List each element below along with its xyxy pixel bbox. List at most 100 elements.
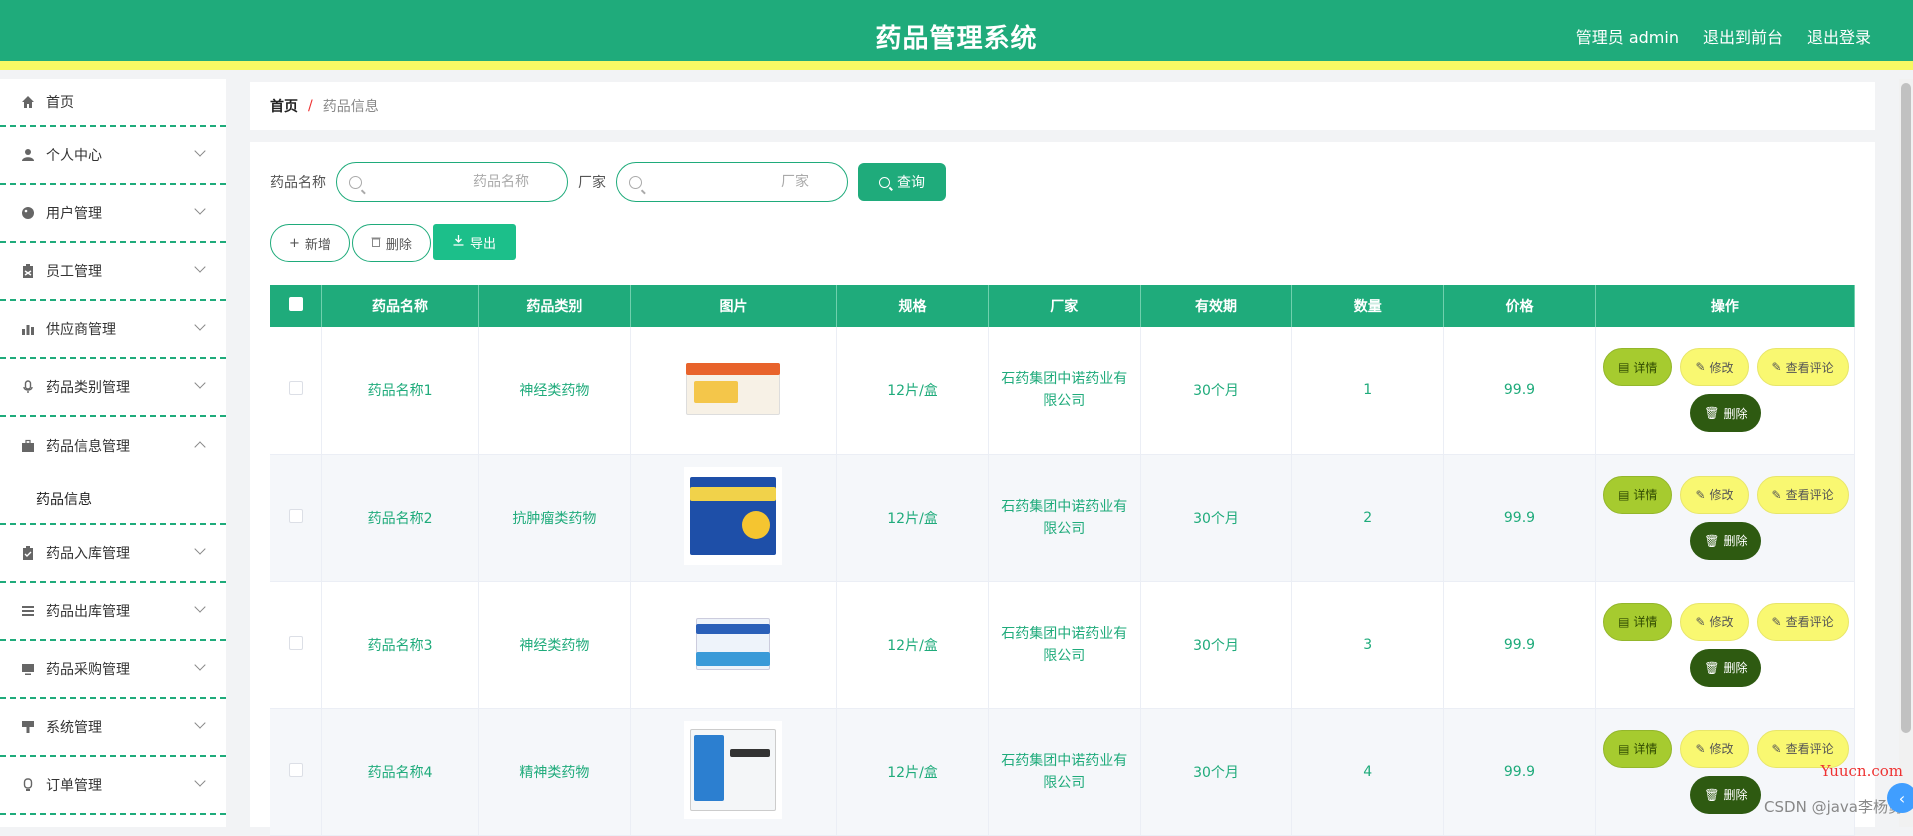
detail-button[interactable]: ▤ 详情 [1603,729,1673,768]
monitor-icon [20,661,36,677]
sidebar-item-profile[interactable]: 个人中心 [0,127,226,185]
microphone-icon [20,379,36,395]
sidebar-item-label: 订单管理 [46,778,102,794]
table-row: 药品名称4 精神类药物 12片/盒 石药集团中诺药业有限公司 30个月 4 99… [270,708,1856,836]
view-reviews-button[interactable]: ✎ 查看评论 [1756,602,1849,641]
sidebar-item-system[interactable]: 系统管理 [0,699,226,757]
drug-image[interactable] [684,720,783,819]
delete-row-button[interactable]: 🗑 删除 [1690,775,1762,814]
maker-search-field[interactable] [616,162,848,202]
detail-label: 详情 [1633,360,1658,375]
validity-cell: 30个月 [1140,708,1293,836]
drug-category-cell: 抗肿瘤类药物 [478,454,631,582]
detail-button[interactable]: ▤ 详情 [1603,475,1673,514]
row-checkbox[interactable] [288,508,303,523]
edit-button[interactable]: ✎ 修改 [1680,729,1749,768]
detail-icon: ▤ [1618,614,1630,629]
query-button[interactable]: 查询 [858,163,946,201]
validity-cell: 30个月 [1140,454,1293,582]
detail-label: 详情 [1633,615,1658,629]
top-header: 药品管理系统 管理员 admin 退出到前台 退出登录 [0,0,1913,70]
row-checkbox[interactable] [288,381,303,396]
clipboard-check-icon [20,545,36,561]
search-icon [879,176,890,188]
download-icon [453,234,464,250]
spec-cell: 12片/盒 [836,454,989,582]
maker-cell: 石药集团中诺药业有限公司 [988,581,1141,709]
sidebar-item-drug-category[interactable]: 药品类别管理 [0,359,226,417]
export-button[interactable]: 导出 [432,224,516,260]
edit-button[interactable]: ✎ 修改 [1680,602,1749,641]
table-row: 药品名称3 神经类药物 12片/盒 石药集团中诺药业有限公司 30个月 3 99… [270,581,1856,709]
operations-cell: ▤ 详情 ✎ 修改 ✎ 查看评论 🗑 删除 [1595,327,1856,455]
home-icon [20,94,36,110]
sidebar: 首页 个人中心 用户管理 员工管理 供应商管理 药品类别管理 药品信息管理 药品… [0,79,226,827]
vertical-scrollbar[interactable] [1899,79,1913,827]
drug-name-cell: 药品名称3 [321,581,479,709]
maker-search-input[interactable] [647,163,837,201]
detail-button[interactable]: ▤ 详情 [1603,348,1673,387]
breadcrumb-current: 药品信息 [322,99,379,115]
drug-image[interactable] [684,466,783,565]
name-search-field[interactable] [336,162,568,202]
column-header: 厂家 [988,285,1141,327]
sidebar-item-home[interactable]: 首页 [0,79,226,127]
table-header-row: 药品名称 药品类别 图片 规格 厂家 有效期 数量 价格 操作 [270,285,1856,327]
drug-image-cell [630,581,838,709]
delete-row-button[interactable]: 🗑 删除 [1690,521,1762,560]
spec-cell: 12片/盒 [836,327,989,455]
sidebar-item-label: 药品信息管理 [46,439,130,455]
maker-filter-label: 厂家 [578,175,606,191]
add-button[interactable]: + 新增 [270,224,350,262]
breadcrumb-home[interactable]: 首页 [270,96,298,116]
name-search-input[interactable] [367,163,557,201]
sidebar-item-drug-info[interactable]: 药品信息管理 [0,417,226,475]
sidebar-item-stock-out[interactable]: 药品出库管理 [0,583,226,641]
spec-cell: 12片/盒 [836,581,989,709]
scrollbar-thumb[interactable] [1901,83,1911,733]
delete-row-button[interactable]: 🗑 删除 [1690,394,1762,433]
delete-row-label: 删除 [1723,661,1748,675]
drug-image[interactable] [684,339,783,438]
collapse-icon[interactable]: ‹ [1887,783,1913,813]
row-checkbox[interactable] [288,635,303,650]
sidebar-item-purchase[interactable]: 药品采购管理 [0,641,226,699]
sidebar-item-stock-in[interactable]: 药品入库管理 [0,525,226,583]
chevron-down-icon [194,717,206,729]
validity-cell: 30个月 [1140,581,1293,709]
sidebar-item-users[interactable]: 用户管理 [0,185,226,243]
drug-image[interactable] [684,593,783,692]
chevron-down-icon [194,377,206,389]
trash-icon: 🗑 [1704,406,1720,421]
delete-row-button[interactable]: 🗑 删除 [1690,648,1762,687]
admin-label: 管理员 admin [1575,28,1679,47]
quantity-cell: 1 [1291,327,1445,455]
sidebar-item-label: 员工管理 [46,264,102,280]
sidebar-item-suppliers[interactable]: 供应商管理 [0,301,226,359]
select-all-checkbox[interactable] [288,297,303,311]
view-reviews-button[interactable]: ✎ 查看评论 [1756,475,1849,514]
column-header: 药品类别 [478,285,631,327]
edit-button[interactable]: ✎ 修改 [1680,348,1749,387]
detail-button[interactable]: ▤ 详情 [1603,602,1673,641]
price-cell: 99.9 [1443,327,1596,455]
batch-delete-button[interactable]: 删除 [351,224,431,262]
edit-button[interactable]: ✎ 修改 [1680,475,1749,514]
submenu-item-drug-info[interactable]: 药品信息 [0,475,226,525]
row-checkbox[interactable] [288,762,303,777]
author-watermark: CSDN @java李杨勇 [1764,798,1903,816]
sidebar-item-staff[interactable]: 员工管理 [0,243,226,301]
select-all-cell[interactable] [270,285,323,327]
back-to-front-link[interactable]: 退出到前台 [1703,24,1783,48]
logout-link[interactable]: 退出登录 [1807,24,1871,48]
chevron-down-icon [194,601,206,613]
quantity-cell: 3 [1291,581,1445,709]
delete-row-label: 删除 [1723,406,1748,421]
column-header: 图片 [630,285,838,327]
sidebar-item-orders[interactable]: 订单管理 [0,757,226,815]
detail-icon: ▤ [1618,360,1630,375]
view-reviews-button[interactable]: ✎ 查看评论 [1756,348,1849,387]
price-cell: 99.9 [1443,581,1596,709]
column-header: 药品名称 [321,285,479,327]
pencil-icon: ✎ [1771,614,1782,629]
